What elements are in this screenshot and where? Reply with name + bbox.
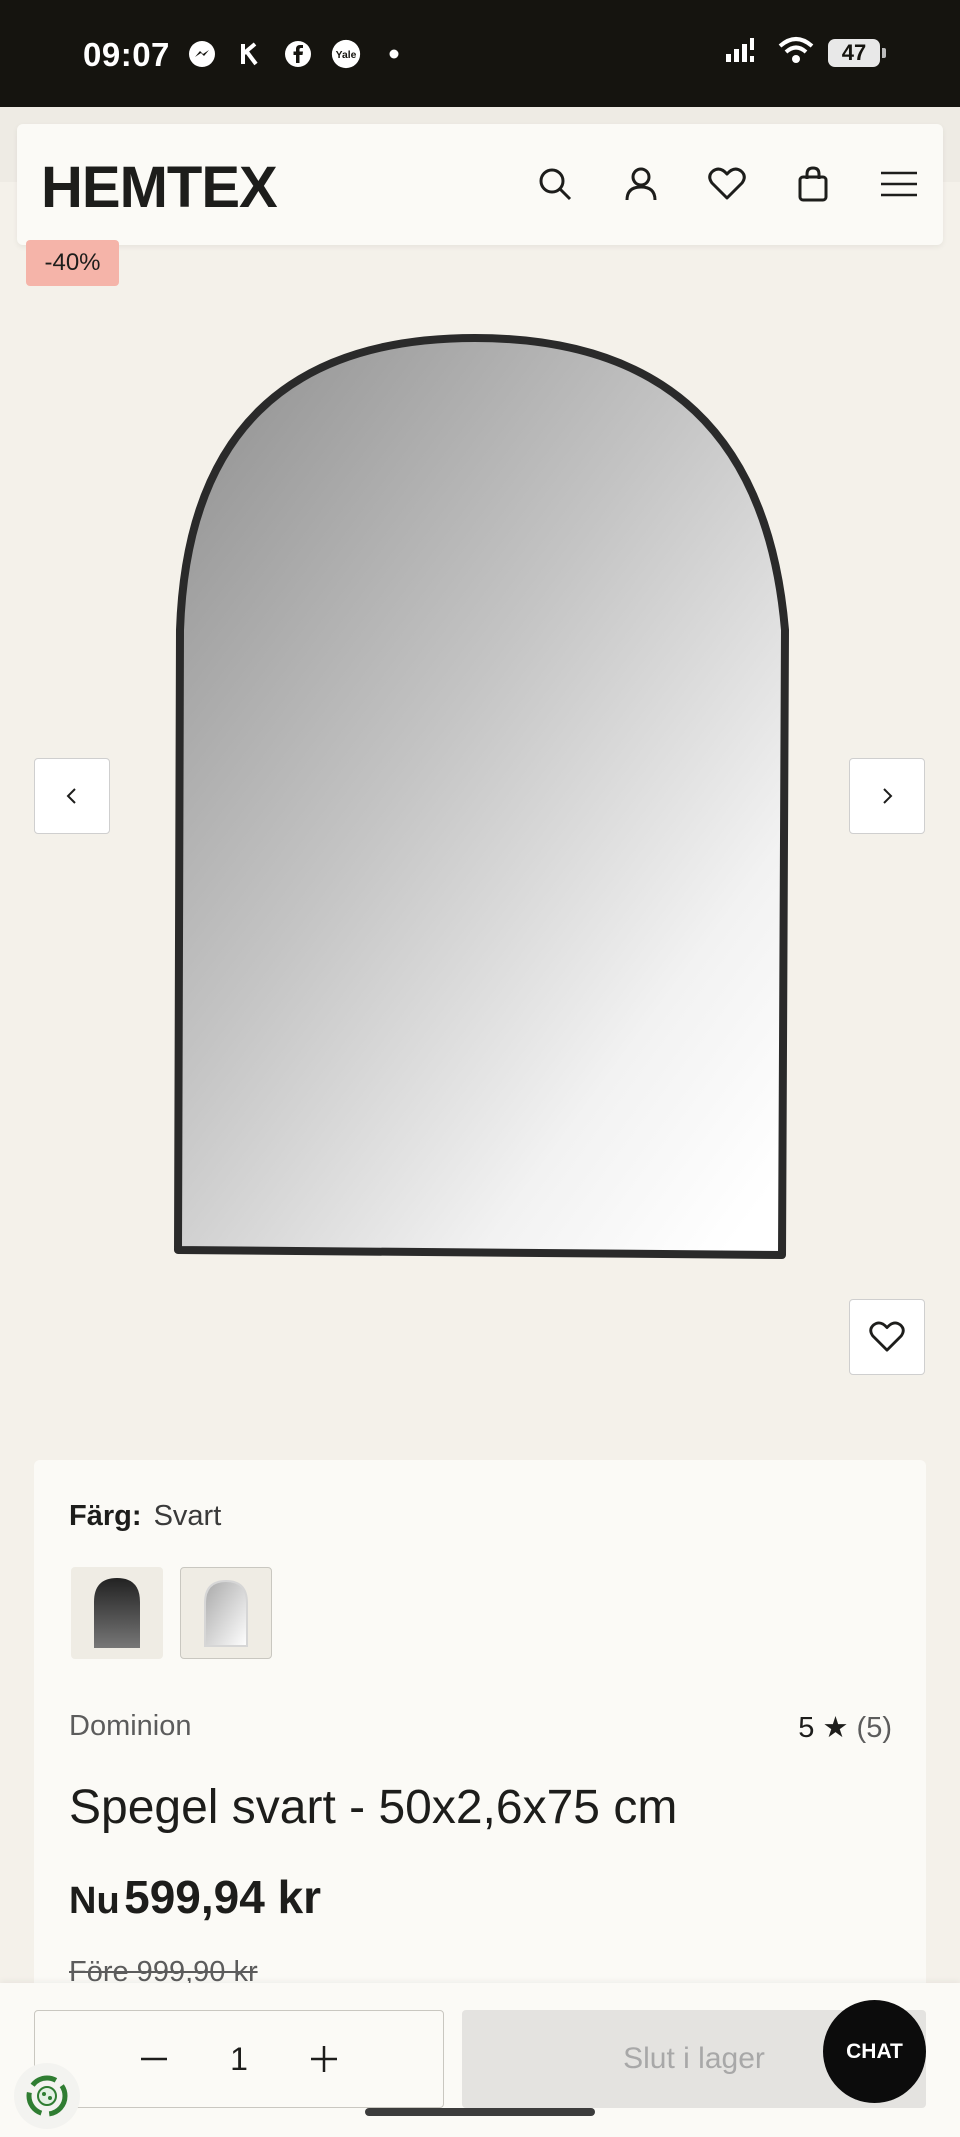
yale-icon: Yale — [330, 38, 362, 70]
klarna-icon — [234, 38, 266, 70]
product-details-card: Färg: Svart Dominion 5 ★ (5) Spegel svar… — [34, 1460, 926, 2060]
product-image[interactable] — [170, 330, 790, 1260]
recycle-icon[interactable] — [14, 2063, 80, 2129]
status-right: 47 — [724, 36, 886, 69]
chat-button[interactable]: CHAT — [823, 2000, 926, 2103]
brand-name[interactable]: Dominion — [69, 1710, 192, 1743]
quantity-stepper: 1 — [34, 2010, 444, 2108]
messenger-icon — [186, 38, 218, 70]
chevron-left-icon — [66, 788, 76, 804]
gallery-next-button[interactable] — [849, 758, 925, 834]
increase-quantity-button[interactable] — [304, 2039, 344, 2079]
heart-icon[interactable] — [703, 160, 751, 208]
svg-text:Yale: Yale — [336, 50, 357, 61]
heart-icon — [869, 1321, 905, 1352]
facebook-icon — [282, 38, 314, 70]
status-bar: 09:07 Yale 47 — [0, 0, 960, 107]
product-rating[interactable]: 5 ★ (5) — [798, 1710, 892, 1745]
home-indicator — [365, 2108, 595, 2116]
bag-icon[interactable] — [789, 160, 837, 208]
battery-indicator: 47 — [828, 38, 886, 67]
product-title: Spegel svart - 50x2,6x75 cm — [69, 1781, 678, 1834]
decrease-quantity-button[interactable] — [134, 2039, 174, 2079]
signal-icon — [724, 36, 764, 69]
header-icons — [531, 160, 923, 208]
color-value: Svart — [153, 1500, 222, 1532]
rating-value: 5 — [798, 1712, 815, 1744]
color-swatch-black[interactable] — [71, 1567, 163, 1659]
account-icon[interactable] — [617, 160, 665, 208]
quantity-value[interactable]: 1 — [230, 2041, 248, 2078]
price-prefix: Nu — [69, 1880, 120, 1922]
menu-icon[interactable] — [875, 160, 923, 208]
plus-icon — [310, 2046, 337, 2072]
rating-count: (5) — [856, 1712, 892, 1744]
search-icon[interactable] — [531, 160, 579, 208]
price-value: 599,94 kr — [124, 1871, 322, 1923]
chevron-right-icon — [883, 788, 893, 804]
color-selection: Färg: Svart — [69, 1500, 221, 1533]
hemtex-logo[interactable]: HEMTEX — [41, 154, 278, 221]
notification-icons: Yale — [186, 38, 410, 70]
gallery-prev-button[interactable] — [34, 758, 110, 834]
current-price: Nu 599,94 kr — [69, 1870, 321, 1924]
color-swatch-white[interactable] — [180, 1567, 272, 1659]
discount-badge: -40% — [26, 240, 119, 286]
add-to-wishlist-button[interactable] — [849, 1299, 925, 1375]
site-header: HEMTEX — [17, 124, 943, 245]
dot-icon — [378, 38, 410, 70]
color-label: Färg: — [69, 1500, 142, 1532]
star-icon: ★ — [822, 1712, 849, 1744]
minus-icon — [141, 2057, 168, 2061]
wifi-icon — [778, 36, 814, 69]
status-time: 09:07 — [83, 36, 170, 73]
